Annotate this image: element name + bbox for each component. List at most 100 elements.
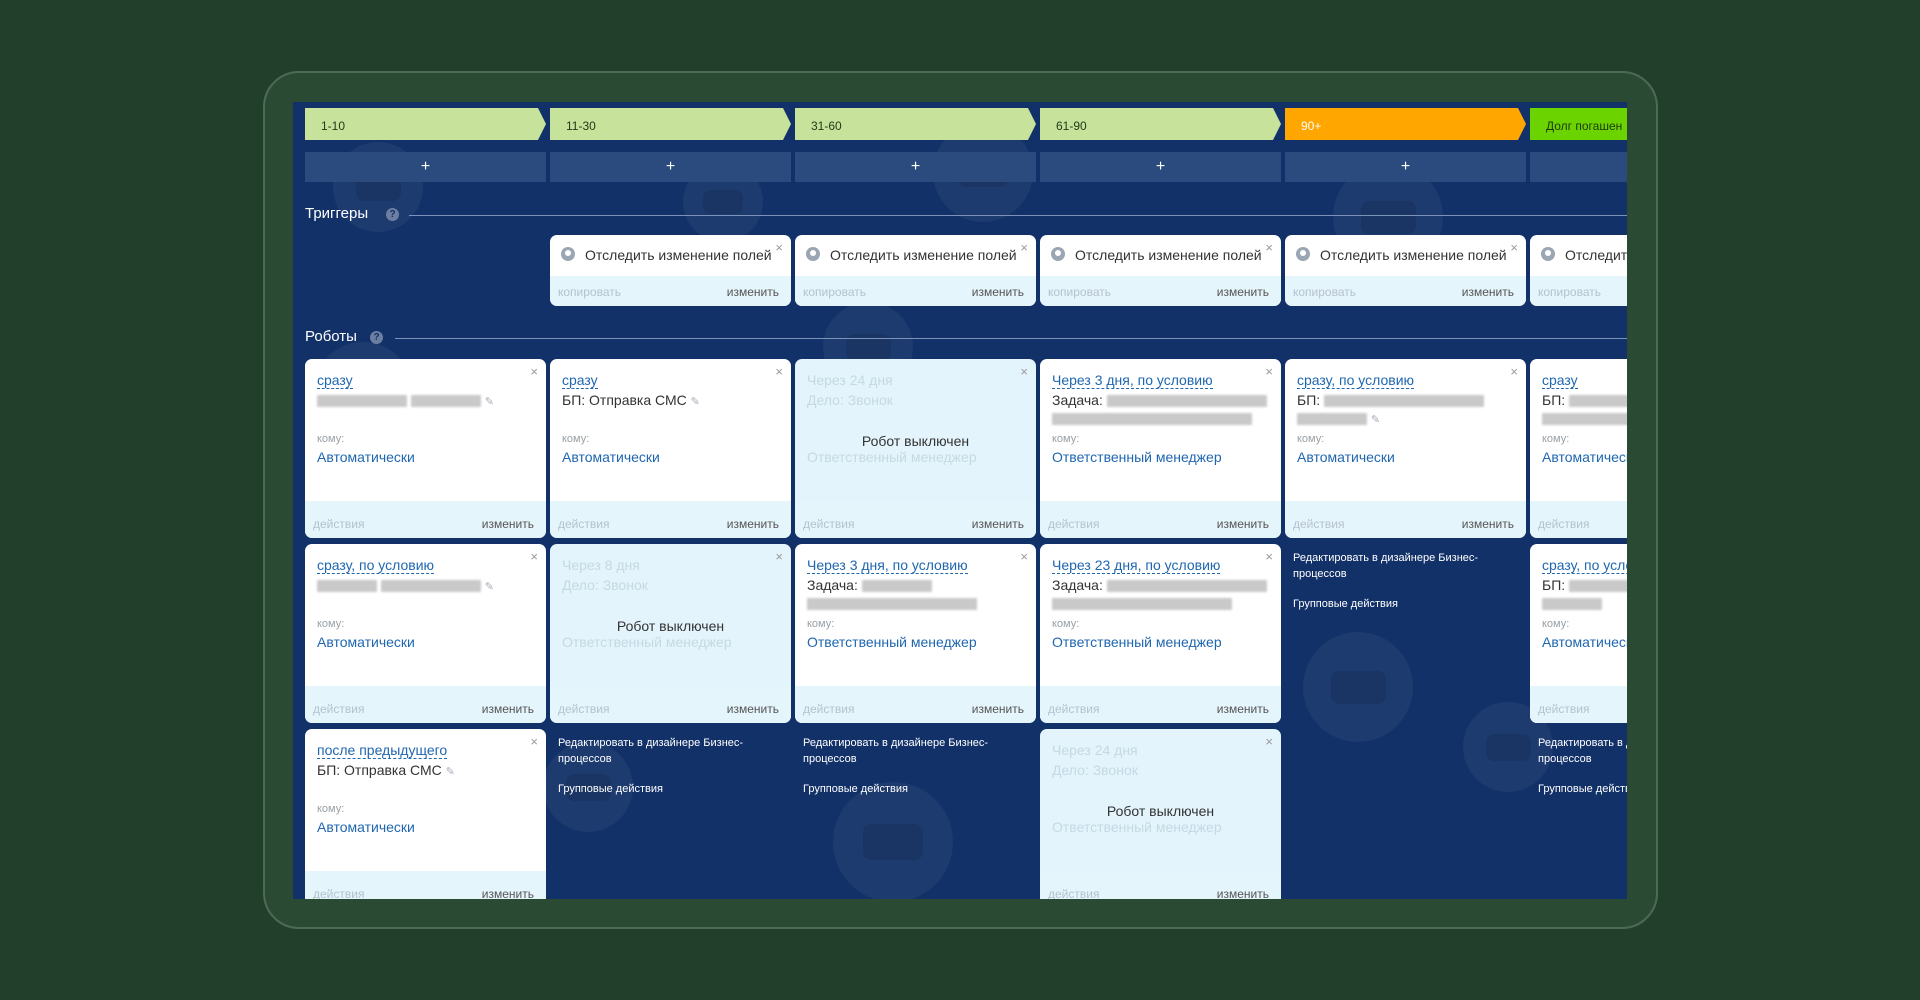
close-icon[interactable]: × bbox=[1510, 364, 1518, 379]
actions-link[interactable]: действия bbox=[313, 702, 364, 716]
stage-11-30[interactable]: 11-30 bbox=[550, 108, 791, 140]
robot-delay[interactable]: сразу bbox=[562, 372, 598, 389]
robot-card[interactable]: сразу, по условию × ✎ кому: Автоматическ… bbox=[305, 544, 546, 723]
robot-delay[interactable]: после предыдущего bbox=[317, 742, 448, 759]
copy-link[interactable]: копировать bbox=[1048, 285, 1111, 299]
close-icon[interactable]: × bbox=[1020, 364, 1028, 379]
robot-card[interactable]: сразу × БП: Отправка СМС ✎ кому: Автомат… bbox=[550, 359, 791, 538]
robot-delay[interactable]: сразу bbox=[1542, 372, 1578, 389]
robot-delay[interactable]: Через 3 дня, по условию bbox=[1052, 372, 1213, 389]
robot-delay[interactable]: Через 23 дня, по условию bbox=[1052, 557, 1221, 574]
group-actions-link[interactable]: Групповые действия bbox=[1538, 781, 1627, 797]
help-icon[interactable]: ? bbox=[386, 208, 399, 221]
stage-61-90[interactable]: 61-90 bbox=[1040, 108, 1281, 140]
robot-delay[interactable]: сразу bbox=[317, 372, 353, 389]
edit-link[interactable]: изменить bbox=[482, 517, 534, 531]
close-icon[interactable]: × bbox=[1510, 240, 1518, 255]
close-icon[interactable]: × bbox=[1265, 364, 1273, 379]
close-icon[interactable]: × bbox=[530, 734, 538, 749]
actions-link[interactable]: действия bbox=[313, 517, 364, 531]
robot-responsible[interactable]: Ответственный менеджер bbox=[1052, 634, 1222, 650]
actions-link[interactable]: действия bbox=[558, 517, 609, 531]
robot-card[interactable]: Через 23 дня, по условию × Задача: кому:… bbox=[1040, 544, 1281, 723]
close-icon[interactable]: × bbox=[1265, 240, 1273, 255]
copy-link[interactable]: копировать bbox=[1293, 285, 1356, 299]
robot-responsible[interactable]: Автоматически bbox=[1542, 449, 1627, 465]
robot-responsible[interactable]: Ответственный менеджер bbox=[1052, 449, 1222, 465]
trigger-card[interactable]: Отследить изменение полей × копировать и… bbox=[1040, 235, 1281, 306]
actions-link[interactable]: действия bbox=[313, 887, 364, 899]
pencil-icon[interactable]: ✎ bbox=[691, 396, 700, 408]
actions-link[interactable]: действия bbox=[1538, 702, 1589, 716]
designer-link[interactable]: Редактировать в дизайнере Бизнес-процесс… bbox=[803, 735, 1023, 767]
close-icon[interactable]: × bbox=[530, 549, 538, 564]
edit-link[interactable]: изменить bbox=[972, 517, 1024, 531]
copy-link[interactable]: копировать bbox=[803, 285, 866, 299]
designer-link[interactable]: Редактировать в дизайнере Бизнес-процесс… bbox=[558, 735, 778, 767]
add-robot-button[interactable]: + bbox=[550, 152, 791, 182]
robot-card[interactable]: сразу × ✎ кому: Автоматически действия и… bbox=[305, 359, 546, 538]
robot-responsible[interactable]: Автоматически bbox=[562, 449, 660, 465]
trigger-card[interactable]: Отследить изменение полей × копировать bbox=[1530, 235, 1627, 306]
edit-link[interactable]: изменить bbox=[1217, 887, 1269, 899]
robot-responsible[interactable]: Автоматически bbox=[1297, 449, 1395, 465]
robot-responsible[interactable]: Автоматически bbox=[317, 819, 415, 835]
actions-link[interactable]: действия bbox=[803, 702, 854, 716]
edit-link[interactable]: изменить bbox=[1462, 285, 1514, 299]
add-robot-button[interactable] bbox=[1530, 152, 1627, 182]
close-icon[interactable]: × bbox=[1265, 549, 1273, 564]
trigger-card[interactable]: Отследить изменение полей × копировать и… bbox=[795, 235, 1036, 306]
robot-responsible[interactable]: Автоматически bbox=[317, 634, 415, 650]
edit-link[interactable]: изменить bbox=[727, 517, 779, 531]
pencil-icon[interactable]: ✎ bbox=[446, 766, 455, 778]
stage-1-10[interactable]: 1-10 bbox=[305, 108, 546, 140]
edit-link[interactable]: изменить bbox=[482, 702, 534, 716]
actions-link[interactable]: действия bbox=[803, 517, 854, 531]
copy-link[interactable]: копировать bbox=[1538, 285, 1601, 299]
robot-card[interactable]: Через 3 дня, по условию × Задача: кому: … bbox=[1040, 359, 1281, 538]
close-icon[interactable]: × bbox=[1020, 240, 1028, 255]
actions-link[interactable]: действия bbox=[1538, 517, 1589, 531]
robot-card-disabled[interactable]: Через 24 дня Дело: Звонок Ответственный … bbox=[1040, 729, 1281, 899]
actions-link[interactable]: действия bbox=[1048, 702, 1099, 716]
edit-link[interactable]: изменить bbox=[1462, 517, 1514, 531]
close-icon[interactable]: × bbox=[1265, 734, 1273, 749]
stage-debt-paid[interactable]: Долг погашен bbox=[1530, 108, 1627, 140]
edit-link[interactable]: изменить bbox=[972, 702, 1024, 716]
robot-card[interactable]: сразу, по условию × БП: ✎ кому: Автомати… bbox=[1285, 359, 1526, 538]
add-robot-button[interactable]: + bbox=[795, 152, 1036, 182]
designer-link[interactable]: Редактировать в дизайнере Бизнес-процесс… bbox=[1293, 550, 1513, 582]
close-icon[interactable]: × bbox=[1020, 549, 1028, 564]
designer-link[interactable]: Редактировать в дизайнере Бизнес-процесс… bbox=[1538, 735, 1627, 767]
group-actions-link[interactable]: Групповые действия bbox=[803, 781, 1023, 797]
stage-31-60[interactable]: 31-60 bbox=[795, 108, 1036, 140]
group-actions-link[interactable]: Групповые действия bbox=[558, 781, 778, 797]
robot-responsible[interactable]: Автоматически bbox=[1542, 634, 1627, 650]
help-icon[interactable]: ? bbox=[370, 331, 383, 344]
trigger-card[interactable]: Отследить изменение полей × копировать и… bbox=[1285, 235, 1526, 306]
robot-responsible[interactable]: Автоматически bbox=[317, 449, 415, 465]
close-icon[interactable]: × bbox=[775, 549, 783, 564]
robot-responsible[interactable]: Ответственный менеджер bbox=[807, 634, 977, 650]
copy-link[interactable]: копировать bbox=[558, 285, 621, 299]
robot-delay[interactable]: сразу, по условию bbox=[1297, 372, 1415, 389]
robot-card-disabled[interactable]: Через 8 дня Дело: Звонок Ответственный м… bbox=[550, 544, 791, 723]
pencil-icon[interactable]: ✎ bbox=[1371, 414, 1380, 426]
add-robot-button[interactable]: + bbox=[1040, 152, 1281, 182]
close-icon[interactable]: × bbox=[775, 364, 783, 379]
actions-link[interactable]: действия bbox=[558, 702, 609, 716]
robot-card[interactable]: после предыдущего × БП: Отправка СМС ✎ к… bbox=[305, 729, 546, 899]
pencil-icon[interactable]: ✎ bbox=[485, 396, 494, 408]
stage-90-plus[interactable]: 90+ bbox=[1285, 108, 1526, 140]
robot-delay[interactable]: сразу, по условию bbox=[317, 557, 435, 574]
pencil-icon[interactable]: ✎ bbox=[485, 581, 494, 593]
edit-link[interactable]: изменить bbox=[482, 887, 534, 899]
robot-card[interactable]: сразу БП: кому: Автоматически действия bbox=[1530, 359, 1627, 538]
close-icon[interactable]: × bbox=[775, 240, 783, 255]
robot-card-disabled[interactable]: Через 24 дня Дело: Звонок Ответственный … bbox=[795, 359, 1036, 538]
actions-link[interactable]: действия bbox=[1293, 517, 1344, 531]
edit-link[interactable]: изменить bbox=[1217, 517, 1269, 531]
edit-link[interactable]: изменить bbox=[972, 285, 1024, 299]
group-actions-link[interactable]: Групповые действия bbox=[1293, 596, 1513, 612]
trigger-card[interactable]: Отследить изменение полей × копировать и… bbox=[550, 235, 791, 306]
